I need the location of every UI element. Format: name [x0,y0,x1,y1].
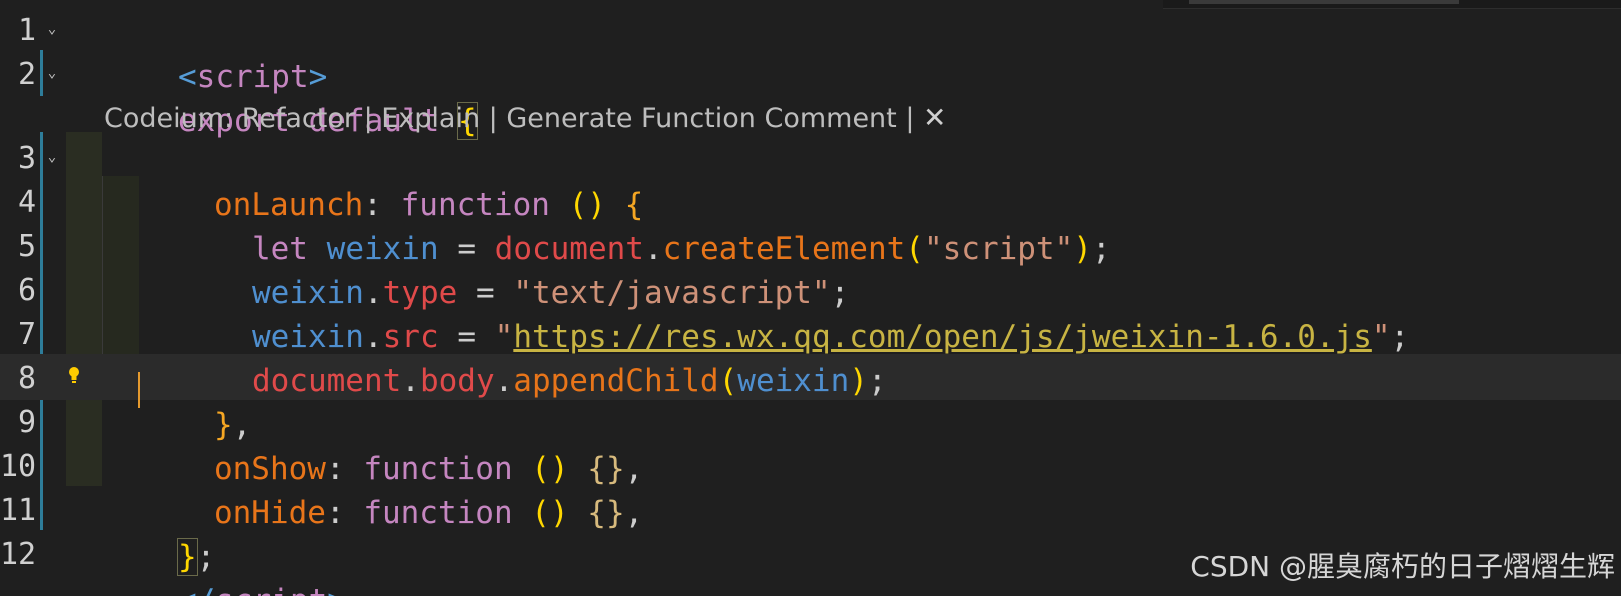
line-number: 3 [17,141,36,176]
codelens-separator: | [480,103,507,134]
line-number: 2 [17,57,36,92]
line-number: 1 [17,13,36,48]
fold-chevron-icon[interactable]: ⌄ [44,136,60,182]
tag-bracket: </ [178,583,215,596]
line-number: 5 [17,229,36,264]
code-line[interactable]: 2 ⌄ export default { [0,52,1621,140]
codelens-refactor-link[interactable]: Refactor [242,103,355,134]
line-number: 6 [17,273,36,308]
fold-chevron-icon[interactable]: ⌄ [44,52,60,98]
close-icon[interactable]: ✕ [923,101,946,134]
line-number: 10 [0,449,37,484]
codelens-explain-link[interactable]: Explain [381,103,480,134]
code-editor[interactable]: 1 ⌄ <script> 2 ⌄ export default { Codeiu… [0,0,1621,596]
codelens-generate-comment-link[interactable]: Generate Function Comment [506,103,896,134]
line-number: 11 [0,493,37,528]
csdn-watermark: CSDN @腥臭腐朽的日子熠熠生辉 [1190,550,1615,583]
code-line[interactable]: 9 onShow: function () {}, [0,400,1621,487]
code-line[interactable]: 10 onHide: function () {}, [0,444,1621,531]
fold-chevron-icon[interactable]: ⌄ [44,8,60,54]
line-number: 4 [17,185,36,220]
code-line[interactable]: 6 weixin.src = "https://res.wx.qq.com/op… [0,268,1621,355]
code-line[interactable]: 11 }; [0,488,1621,576]
tag-bracket: > [327,583,346,596]
codelens-separator: | [896,103,924,134]
code-line[interactable]: 4 let weixin = document.createElement("s… [0,180,1621,267]
code-line[interactable]: 8 }, [0,356,1621,443]
code-line[interactable]: 5 weixin.type = "text/javascript"; [0,224,1621,311]
codelens-separator: | [354,103,382,134]
codeium-codelens: Codeium: Refactor | Explain | Generate F… [104,96,947,140]
line-number: 12 [0,537,37,572]
code-line[interactable]: 1 ⌄ <script> [0,8,1621,95]
line-number: 8 [17,361,36,396]
code-line[interactable]: 7 document.body.appendChild(weixin); [0,312,1621,399]
line-number: 9 [17,405,36,440]
scrollbar-thumb[interactable] [1189,0,1459,4]
code-line[interactable]: 3 ⌄ onLaunch: function () { [0,136,1621,223]
lightbulb-icon[interactable] [68,366,80,384]
tag-name: script [215,583,327,596]
codelens-prefix: Codeium: [104,103,242,134]
line-number: 7 [17,317,36,352]
